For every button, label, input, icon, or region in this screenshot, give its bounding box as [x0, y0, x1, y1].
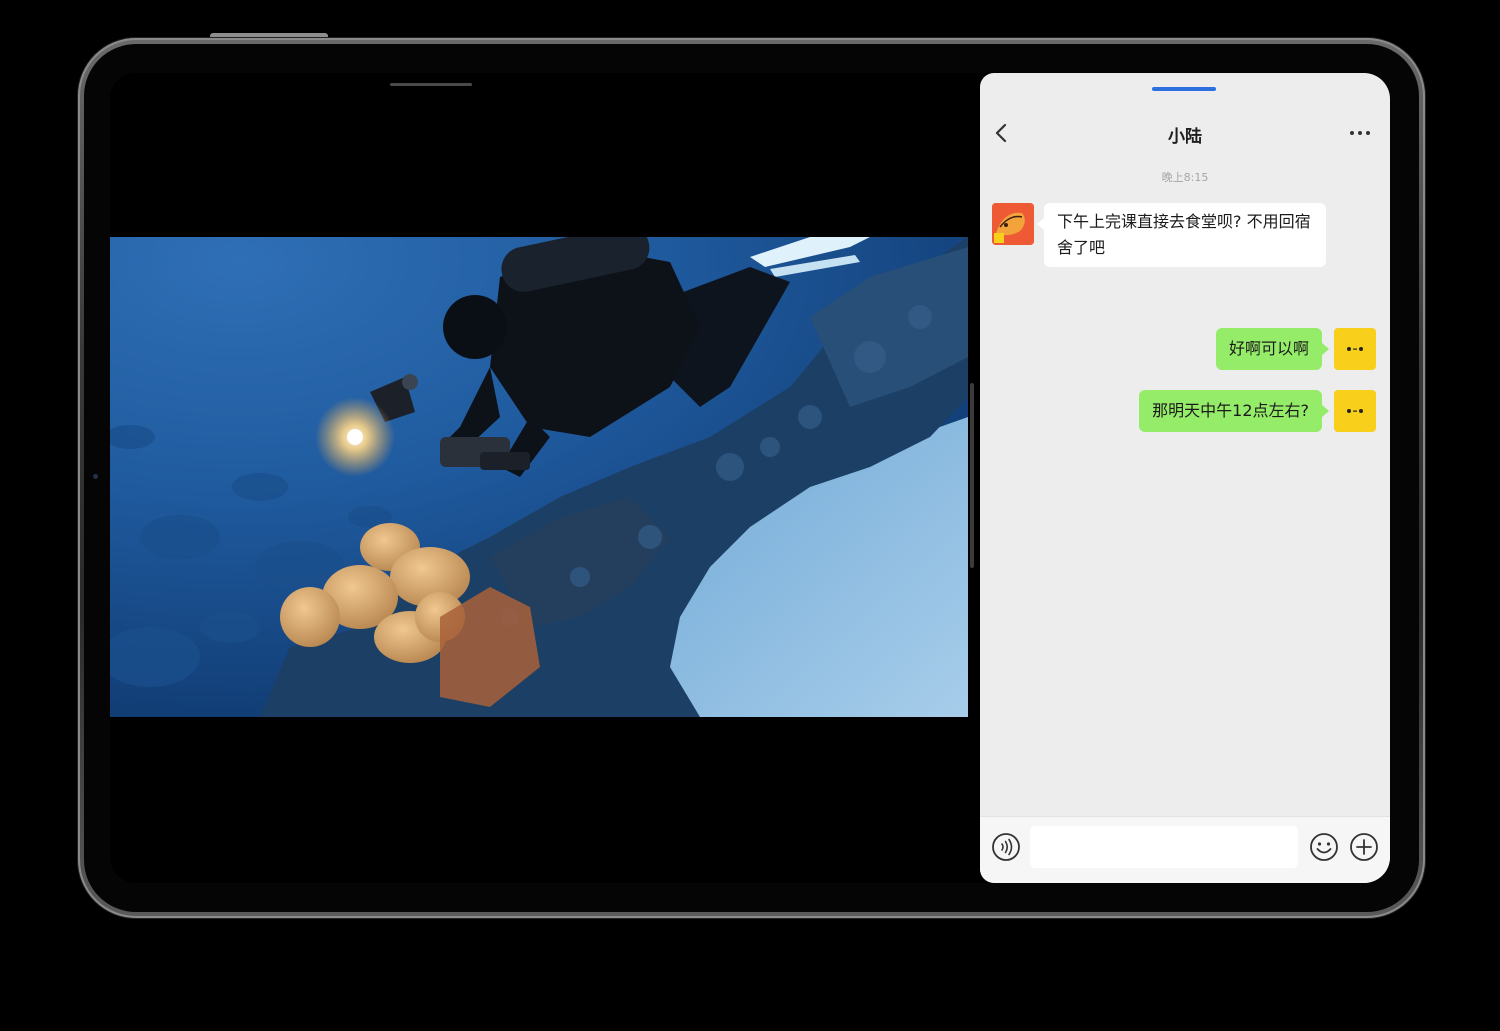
- message-input[interactable]: [1030, 826, 1298, 868]
- message-timestamp: 晚上8:15: [1161, 171, 1209, 184]
- outgoing-message-bubble[interactable]: 那明天中午12点左右?: [1139, 390, 1329, 432]
- outgoing-message-bubble[interactable]: 好啊可以啊: [1215, 328, 1330, 370]
- chat-header: 小陆: [980, 109, 1390, 157]
- split-screen-divider[interactable]: [970, 383, 974, 568]
- video-window-handle[interactable]: [390, 83, 472, 86]
- emoji-face-icon: [1347, 409, 1363, 413]
- voice-icon[interactable]: [990, 831, 1022, 863]
- incoming-message-bubble[interactable]: 下午上完课直接去食堂呗? 不用回宿舍了吧: [1037, 203, 1326, 267]
- front-camera: [93, 474, 98, 479]
- self-avatar[interactable]: [1334, 390, 1376, 432]
- peer-avatar[interactable]: [992, 203, 1034, 245]
- chat-contact-name: 小陆: [1168, 127, 1202, 147]
- video-frame[interactable]: [110, 237, 968, 717]
- plus-circle-icon[interactable]: [1348, 831, 1380, 863]
- chat-window-handle[interactable]: [1152, 87, 1216, 91]
- chat-input-bar: [980, 816, 1390, 883]
- video-app-pane[interactable]: [110, 73, 976, 883]
- more-dots-icon[interactable]: [1346, 121, 1374, 145]
- stage: 小陆 晚上8:15 下午上完课直接去食堂呗? 不用回宿舍了吧 好啊可以啊 那明天…: [0, 0, 1500, 1031]
- underwater-scene-image: [110, 237, 968, 717]
- chat-app-pane: 小陆 晚上8:15 下午上完课直接去食堂呗? 不用回宿舍了吧 好啊可以啊 那明天…: [980, 73, 1390, 883]
- self-avatar[interactable]: [1334, 328, 1376, 370]
- tablet-screen: 小陆 晚上8:15 下午上完课直接去食堂呗? 不用回宿舍了吧 好啊可以啊 那明天…: [110, 73, 1390, 883]
- emoji-icon[interactable]: [1308, 831, 1340, 863]
- emoji-face-icon: [1347, 347, 1363, 351]
